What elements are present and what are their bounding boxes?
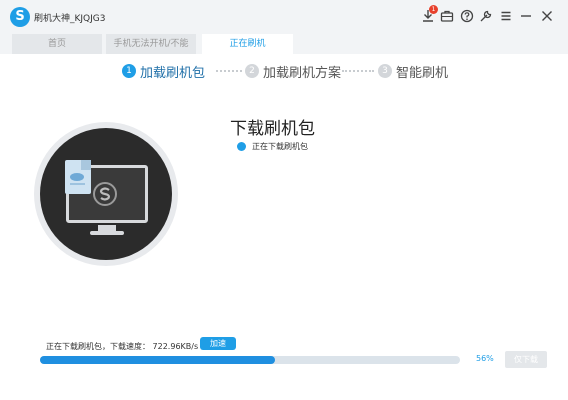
file-fold — [81, 160, 91, 170]
tab-home[interactable]: 首页 — [12, 34, 102, 54]
minimize-icon[interactable] — [519, 9, 533, 23]
step-1-number: 1 — [122, 64, 136, 78]
tab-unbootable[interactable]: 手机无法开机/不能 — [106, 34, 196, 54]
app-title: 刷机大神_KJQJG3 — [34, 14, 106, 24]
download-progress-fill — [40, 356, 276, 364]
status-dot — [237, 142, 246, 151]
tools-icon[interactable] — [479, 9, 493, 23]
step-3-number: 3 — [378, 64, 392, 78]
app-logo-icon: S — [10, 7, 30, 27]
close-icon[interactable] — [540, 9, 554, 23]
download-badge: 1 — [429, 5, 438, 14]
step-2: 2 加载刷机方案 — [245, 63, 342, 81]
status-text: 正在下载刷机包 — [252, 142, 308, 151]
page-title: 下载刷机包 — [230, 119, 315, 139]
download-percent: 56% — [476, 354, 494, 363]
title-bar: S 刷机大神_KJQJG3 1 — [0, 0, 568, 34]
only-download-button[interactable]: 仅下载 — [505, 351, 547, 368]
tab-flashing[interactable]: 正在刷机 — [202, 34, 293, 54]
monitor-base — [90, 231, 124, 235]
step-connector-2 — [342, 70, 374, 72]
help-icon[interactable] — [460, 9, 474, 23]
speedup-button[interactable]: 加速 — [200, 337, 236, 350]
download-progress-bar — [40, 356, 460, 364]
step-1: 1 加载刷机包 — [122, 63, 206, 81]
step-2-label: 加载刷机方案 — [263, 65, 342, 81]
tab-bar: 首页 手机无法开机/不能 正在刷机 — [0, 34, 568, 54]
download-speed-label: 正在下载刷机包，下载速度： 722.96KB/s — [46, 342, 199, 351]
step-3: 3 智能刷机 — [378, 63, 449, 81]
brand-s-icon — [93, 182, 117, 206]
menu-icon[interactable] — [499, 9, 513, 23]
step-2-number: 2 — [245, 64, 259, 78]
step-1-label: 加载刷机包 — [140, 65, 206, 81]
step-3-label: 智能刷机 — [396, 65, 449, 81]
step-connector-1 — [216, 70, 242, 72]
briefcase-icon[interactable] — [440, 9, 454, 23]
